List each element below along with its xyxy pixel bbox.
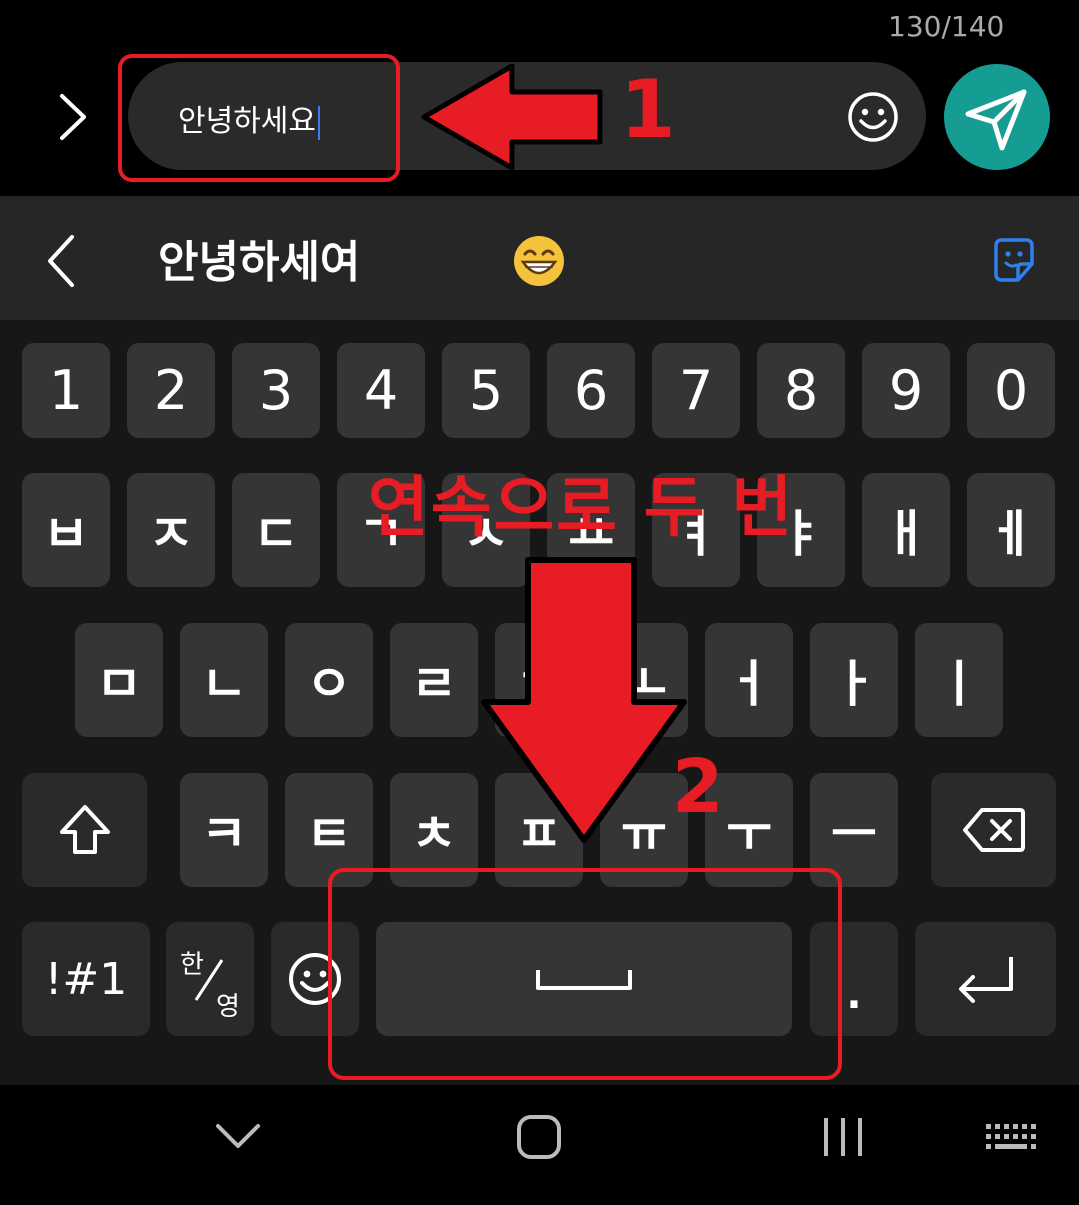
highlight-box-input	[118, 54, 400, 182]
period-label: .	[846, 972, 862, 1018]
key-3[interactable]: 3	[232, 343, 320, 438]
key-5[interactable]: 5	[442, 343, 530, 438]
recents-bars-icon[interactable]	[820, 1114, 866, 1160]
keyboard-icon[interactable]	[984, 1120, 1038, 1156]
character-counter: 130/140	[888, 10, 1005, 43]
key-nieun[interactable]: ㄴ	[180, 623, 268, 737]
sticker-icon[interactable]	[990, 236, 1038, 284]
key-mieum[interactable]: ㅁ	[75, 623, 163, 737]
highlight-box-space	[328, 868, 842, 1080]
key-ieung[interactable]: ㅇ	[285, 623, 373, 737]
key-6[interactable]: 6	[547, 343, 635, 438]
chevron-right-icon[interactable]	[52, 90, 92, 144]
paper-plane-icon	[965, 89, 1027, 151]
key-8[interactable]: 8	[757, 343, 845, 438]
key-a[interactable]: ㅏ	[810, 623, 898, 737]
key-bieup[interactable]: ㅂ	[22, 473, 110, 587]
key-4[interactable]: 4	[337, 343, 425, 438]
symbols-key[interactable]: !#1	[22, 922, 150, 1036]
key-7[interactable]: 7	[652, 343, 740, 438]
key-2[interactable]: 2	[127, 343, 215, 438]
enter-return-icon	[958, 957, 1013, 1003]
slash-divider	[194, 959, 224, 1001]
key-jieut[interactable]: ㅈ	[127, 473, 215, 587]
key-ae[interactable]: ㅐ	[862, 473, 950, 587]
arrow-left-annotation	[421, 63, 603, 171]
instruction-text: 연속으로 두 번	[368, 469, 795, 546]
key-eo[interactable]: ㅓ	[705, 623, 793, 737]
key-0[interactable]: 0	[967, 343, 1055, 438]
enter-key[interactable]	[915, 922, 1056, 1036]
step-2-label: 2	[672, 744, 724, 830]
suggestion-word[interactable]: 안녕하세여	[158, 226, 360, 290]
key-digeut[interactable]: ㄷ	[232, 473, 320, 587]
chevron-down-icon[interactable]	[212, 1118, 264, 1154]
chevron-left-icon[interactable]	[40, 232, 84, 290]
key-1[interactable]: 1	[22, 343, 110, 438]
language-switch-key[interactable]: 한 영	[166, 922, 254, 1036]
shift-key[interactable]	[22, 773, 147, 887]
arrow-down-annotation	[481, 557, 687, 843]
key-9[interactable]: 9	[862, 343, 950, 438]
grinning-face-emoji[interactable]	[512, 234, 566, 288]
smiley-icon[interactable]	[846, 90, 900, 144]
key-i[interactable]: ㅣ	[915, 623, 1003, 737]
backspace-key[interactable]	[931, 773, 1056, 887]
home-rounded-square-icon[interactable]	[515, 1113, 563, 1161]
lang-bottom-label: 영	[216, 992, 240, 1022]
key-e[interactable]: ㅔ	[967, 473, 1055, 587]
key-kieuk[interactable]: ㅋ	[180, 773, 268, 887]
shift-arrow-icon	[59, 805, 110, 854]
step-1-label: 1	[620, 63, 676, 156]
send-button[interactable]	[944, 64, 1050, 170]
key-rieul[interactable]: ㄹ	[390, 623, 478, 737]
backspace-icon	[962, 808, 1025, 852]
